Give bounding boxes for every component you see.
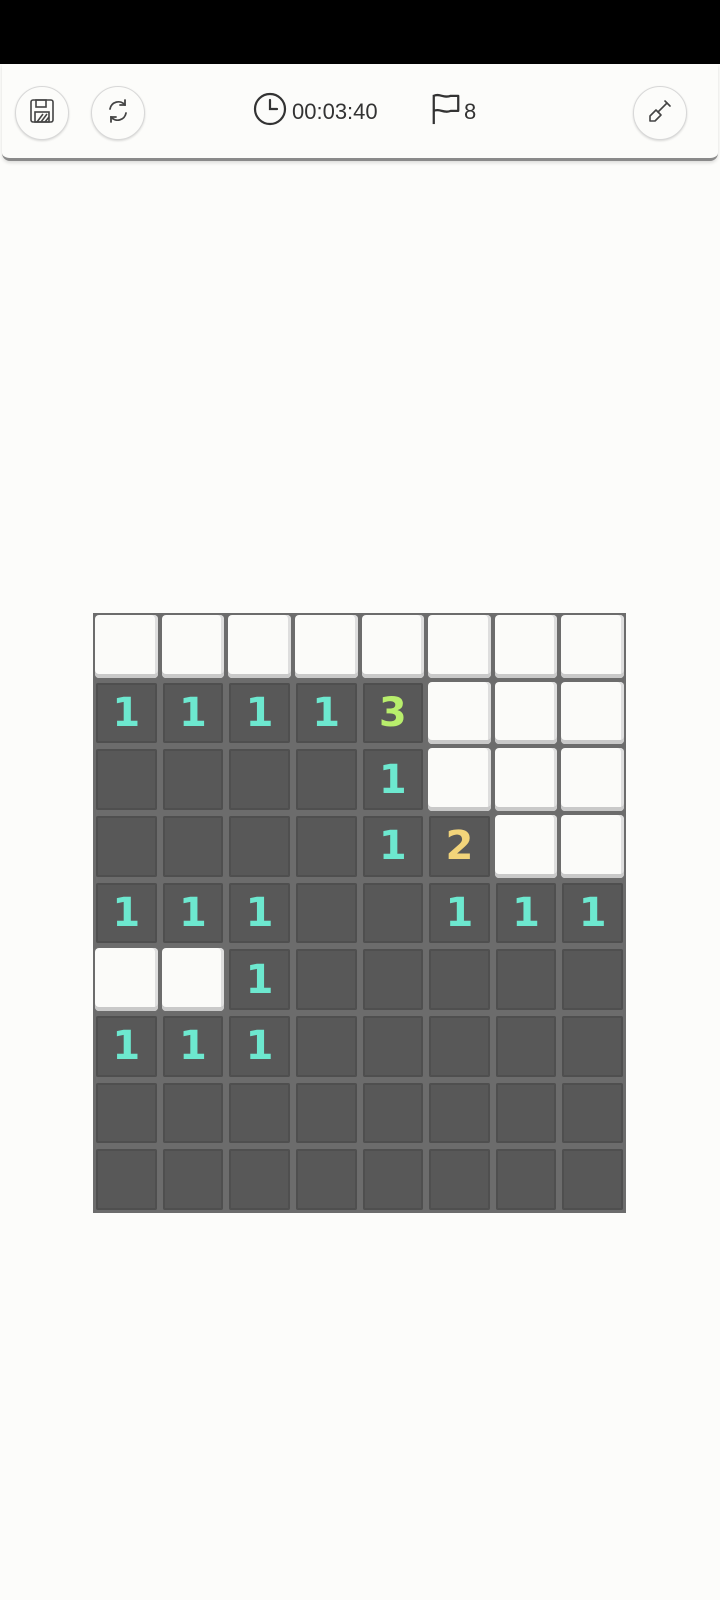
restart-button[interactable]	[91, 86, 145, 140]
save-button[interactable]	[15, 86, 69, 140]
empty-cell[interactable]	[295, 1015, 357, 1077]
shovel-icon	[645, 96, 675, 131]
empty-cell[interactable]	[362, 1082, 424, 1144]
number-cell[interactable]: 1	[96, 682, 157, 744]
empty-cell[interactable]	[229, 1082, 290, 1144]
empty-cell[interactable]	[96, 1082, 157, 1144]
empty-cell[interactable]	[96, 749, 157, 810]
empty-cell[interactable]	[495, 1149, 557, 1210]
empty-cell[interactable]	[429, 1149, 490, 1210]
empty-cell[interactable]	[162, 749, 224, 810]
empty-cell[interactable]	[562, 1082, 623, 1144]
covered-cell[interactable]	[561, 681, 624, 745]
number-cell[interactable]: 1	[495, 882, 557, 944]
covered-cell[interactable]	[161, 615, 225, 678]
number-cell[interactable]: 1	[162, 882, 224, 944]
covered-cell[interactable]	[494, 748, 558, 811]
flag-counter: 8	[430, 92, 476, 132]
empty-cell[interactable]	[295, 882, 357, 944]
number-cell[interactable]: 1	[162, 682, 224, 744]
covered-cell[interactable]	[561, 814, 624, 878]
number-cell[interactable]: 1	[562, 882, 623, 944]
covered-cell[interactable]	[428, 615, 491, 678]
number-cell[interactable]: 1	[429, 882, 490, 944]
dig-tool-button[interactable]	[633, 86, 687, 140]
covered-cell[interactable]	[428, 681, 491, 745]
empty-cell[interactable]	[562, 949, 623, 1010]
minefield-board: 111131121111111111	[93, 613, 626, 1213]
empty-cell[interactable]	[562, 1149, 623, 1210]
empty-cell[interactable]	[162, 1082, 224, 1144]
empty-cell[interactable]	[495, 1082, 557, 1144]
covered-cell[interactable]	[561, 615, 624, 678]
empty-cell[interactable]	[429, 1015, 490, 1077]
clock-icon	[252, 91, 288, 133]
number-cell[interactable]: 1	[229, 682, 290, 744]
covered-cell[interactable]	[494, 681, 558, 745]
flag-count: 8	[464, 99, 477, 124]
empty-cell[interactable]	[295, 749, 357, 810]
empty-cell[interactable]	[362, 1149, 424, 1210]
covered-cell[interactable]	[95, 615, 158, 678]
empty-cell[interactable]	[229, 815, 290, 877]
empty-cell[interactable]	[362, 882, 424, 944]
covered-cell[interactable]	[361, 615, 425, 678]
empty-cell[interactable]	[96, 1149, 157, 1210]
empty-cell[interactable]	[295, 1082, 357, 1144]
covered-cell[interactable]	[95, 948, 158, 1011]
status-bar	[0, 0, 720, 64]
empty-cell[interactable]	[362, 949, 424, 1010]
covered-cell[interactable]	[428, 748, 491, 811]
empty-cell[interactable]	[429, 1082, 490, 1144]
number-cell[interactable]: 1	[229, 882, 290, 944]
empty-cell[interactable]	[162, 1149, 224, 1210]
timer: 00:03:40	[252, 92, 378, 132]
empty-cell[interactable]	[162, 815, 224, 877]
number-cell[interactable]: 1	[96, 882, 157, 944]
covered-cell[interactable]	[228, 615, 291, 678]
empty-cell[interactable]	[495, 949, 557, 1010]
empty-cell[interactable]	[362, 1015, 424, 1077]
number-cell[interactable]: 3	[362, 682, 424, 744]
empty-cell[interactable]	[295, 949, 357, 1010]
number-cell[interactable]: 1	[229, 949, 290, 1010]
empty-cell[interactable]	[429, 949, 490, 1010]
empty-cell[interactable]	[96, 815, 157, 877]
number-cell[interactable]: 1	[162, 1015, 224, 1077]
empty-cell[interactable]	[229, 1149, 290, 1210]
toolbar: 00:03:40 8	[2, 64, 718, 161]
save-icon	[27, 96, 57, 131]
covered-cell[interactable]	[294, 615, 358, 678]
covered-cell[interactable]	[161, 948, 225, 1011]
empty-cell[interactable]	[562, 1015, 623, 1077]
covered-cell[interactable]	[494, 615, 558, 678]
empty-cell[interactable]	[295, 815, 357, 877]
covered-cell[interactable]	[494, 814, 558, 878]
empty-cell[interactable]	[495, 1015, 557, 1077]
restart-icon	[103, 96, 133, 131]
number-cell[interactable]: 1	[295, 682, 357, 744]
number-cell[interactable]: 2	[429, 815, 490, 877]
number-cell[interactable]: 1	[96, 1015, 157, 1077]
empty-cell[interactable]	[229, 749, 290, 810]
timer-value: 00:03:40	[292, 99, 378, 124]
number-cell[interactable]: 1	[362, 815, 424, 877]
empty-cell[interactable]	[295, 1149, 357, 1210]
number-cell[interactable]: 1	[362, 749, 424, 810]
covered-cell[interactable]	[561, 748, 624, 811]
number-cell[interactable]: 1	[229, 1015, 290, 1077]
flag-icon	[430, 91, 462, 133]
